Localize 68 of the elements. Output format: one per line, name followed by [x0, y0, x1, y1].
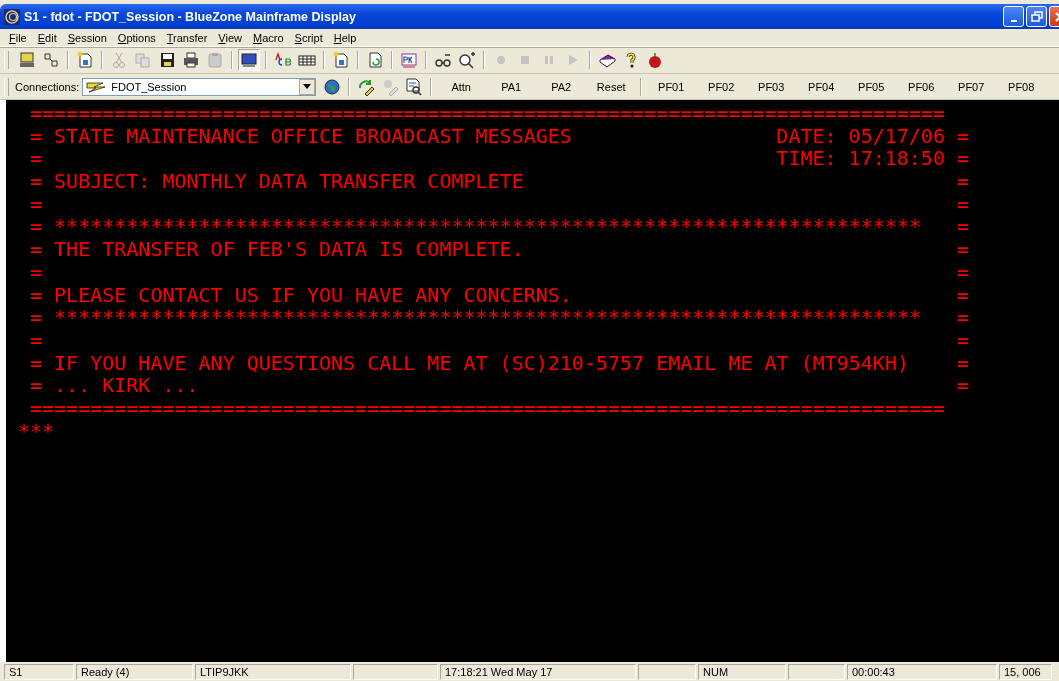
menu-item[interactable]: Edit — [32, 31, 63, 44]
key-button[interactable]: Reset — [589, 75, 634, 98]
key-button[interactable]: PF06 — [899, 75, 944, 98]
zoom-in-icon[interactable] — [456, 49, 478, 71]
key-button[interactable]: PA2 — [539, 75, 584, 98]
terminal-text: DATE: 05/17/06 = — [776, 124, 969, 148]
terminal-text: = THE TRANSFER OF FEB'S DATA IS COMPLETE. — [30, 238, 524, 261]
terminal-text: *** — [18, 419, 55, 443]
terminal-text: = ************************************************************************ — [30, 306, 922, 329]
key-button[interactable]: PF05 — [849, 75, 894, 98]
menu-item[interactable]: View — [213, 31, 248, 44]
menu-item[interactable]: Help — [328, 31, 363, 44]
terminal-text: = — [956, 170, 969, 193]
status-text: Ready (4) — [76, 664, 193, 680]
terminal-text: TIME: 17:18:50 = — [776, 147, 969, 171]
minimize-icon — [1010, 19, 1017, 22]
terminal-text: = — [30, 328, 43, 352]
key-button[interactable]: PF08 — [999, 75, 1044, 98]
menu-item[interactable]: Script — [289, 31, 329, 44]
terminal-text: = — [956, 351, 969, 375]
terminal-text: = — [956, 238, 969, 261]
key-button[interactable]: PF02 — [699, 75, 744, 98]
session-dropdown[interactable]: FDOT_Session — [82, 77, 317, 96]
app-icon — [4, 8, 20, 25]
menu-item[interactable]: Session — [62, 31, 113, 44]
connections-label: Connections: — [15, 80, 80, 93]
terminal-text: = — [956, 215, 969, 239]
status-text: 15, 006 — [999, 664, 1052, 680]
key-button[interactable]: PF01 — [649, 75, 694, 98]
terminal-text: = — [956, 260, 969, 284]
terminal-text: = — [956, 283, 969, 307]
status-panel — [638, 664, 696, 680]
menu-item[interactable]: Transfer — [161, 31, 214, 44]
terminal-text: = ************************************************************************ — [30, 215, 922, 239]
key-button[interactable]: PF04 — [799, 75, 844, 98]
restore-icon — [1030, 10, 1043, 23]
terminal-text: = — [956, 192, 969, 216]
status-text: 17:18:21 Wed May 17 — [440, 664, 636, 680]
key-button[interactable]: PF03 — [749, 75, 794, 98]
terminal-text: ============================================================================ — [30, 396, 946, 420]
key-button[interactable]: PF07 — [949, 75, 994, 98]
terminal-text: = — [30, 147, 43, 171]
key-button[interactable]: Attn — [439, 75, 484, 98]
terminal-text: = STATE MAINTENANCE OFFICE BROADCAST MESSAGES — [30, 124, 572, 148]
key-button[interactable]: PA1 — [489, 75, 534, 98]
terminal-text: = SUBJECT: MONTHLY DATA TRANSFER COMPLETE — [30, 170, 524, 193]
lightning-icon — [86, 80, 107, 93]
terminal-text: = PLEASE CONTACT US IF YOU HAVE ANY CONCERNS. — [30, 283, 572, 307]
status-text: S1 — [4, 664, 74, 680]
monitor-icon[interactable] — [238, 49, 260, 71]
window-title: S1 - fdot - FDOT_Session - BlueZone Mainframe Display — [24, 9, 357, 24]
terminal-text: = IF YOU HAVE ANY QUESTIONS CALL ME AT (SC)210-5757 EMAIL ME AT (MT954KH) — [30, 351, 909, 375]
status-text: NUM — [698, 664, 786, 680]
terminal-text: ============================================================================ — [30, 102, 946, 125]
terminal-text: = — [30, 192, 43, 216]
terminal-text: = — [956, 306, 969, 329]
menu-item[interactable]: Macro — [248, 31, 290, 44]
menu-item[interactable]: File — [4, 31, 33, 44]
status-text: 00:00:43 — [847, 664, 997, 680]
status-panel — [788, 664, 845, 680]
status-text: LTIP9JKK — [195, 664, 351, 680]
terminal-text: = — [30, 260, 43, 284]
terminal-text: = — [956, 328, 969, 352]
minimize-button[interactable] — [1003, 6, 1024, 27]
terminal-text: = ... KIRK ... — [30, 374, 199, 397]
terminal-text: = — [956, 374, 969, 397]
restore-button[interactable] — [1026, 6, 1047, 27]
menu-item[interactable]: Options — [112, 31, 162, 44]
